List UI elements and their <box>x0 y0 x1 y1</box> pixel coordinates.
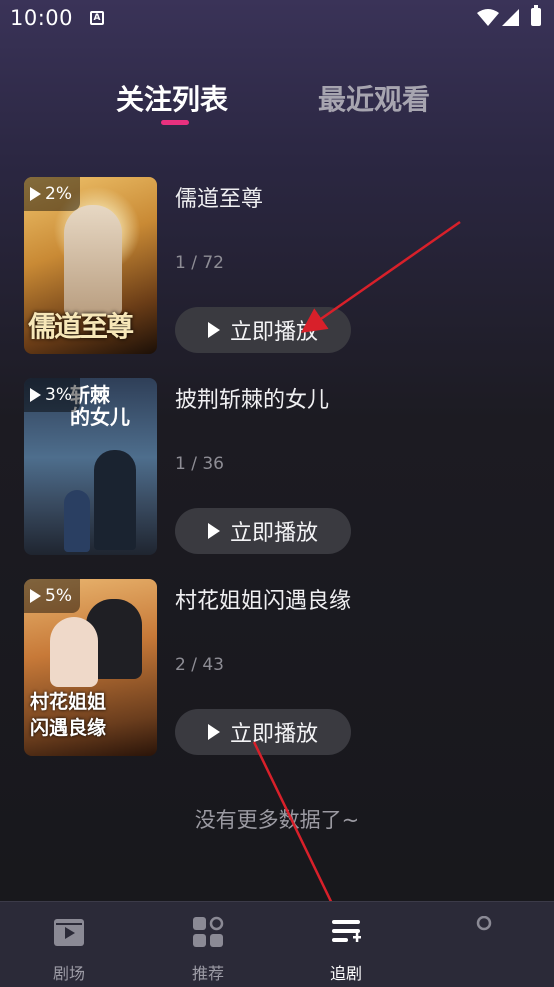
playlist-add-icon <box>332 920 361 942</box>
nav-item-recommend[interactable]: 推荐 <box>168 902 248 987</box>
profile-icon <box>476 916 492 931</box>
theater-icon <box>54 919 84 946</box>
bottom-nav: 剧场 推荐 追剧 <box>0 901 554 987</box>
annotation-arrow <box>300 220 461 333</box>
nav-item-profile[interactable] <box>444 902 524 987</box>
nav-label: 追剧 <box>329 964 362 983</box>
nav-label: 剧场 <box>52 964 85 983</box>
grid-icon <box>193 916 224 947</box>
nav-label: 推荐 <box>191 964 224 983</box>
annotation-arrows <box>252 220 461 950</box>
nav-item-following[interactable]: 追剧 <box>306 902 386 987</box>
nav-item-theater[interactable]: 剧场 <box>29 902 109 987</box>
